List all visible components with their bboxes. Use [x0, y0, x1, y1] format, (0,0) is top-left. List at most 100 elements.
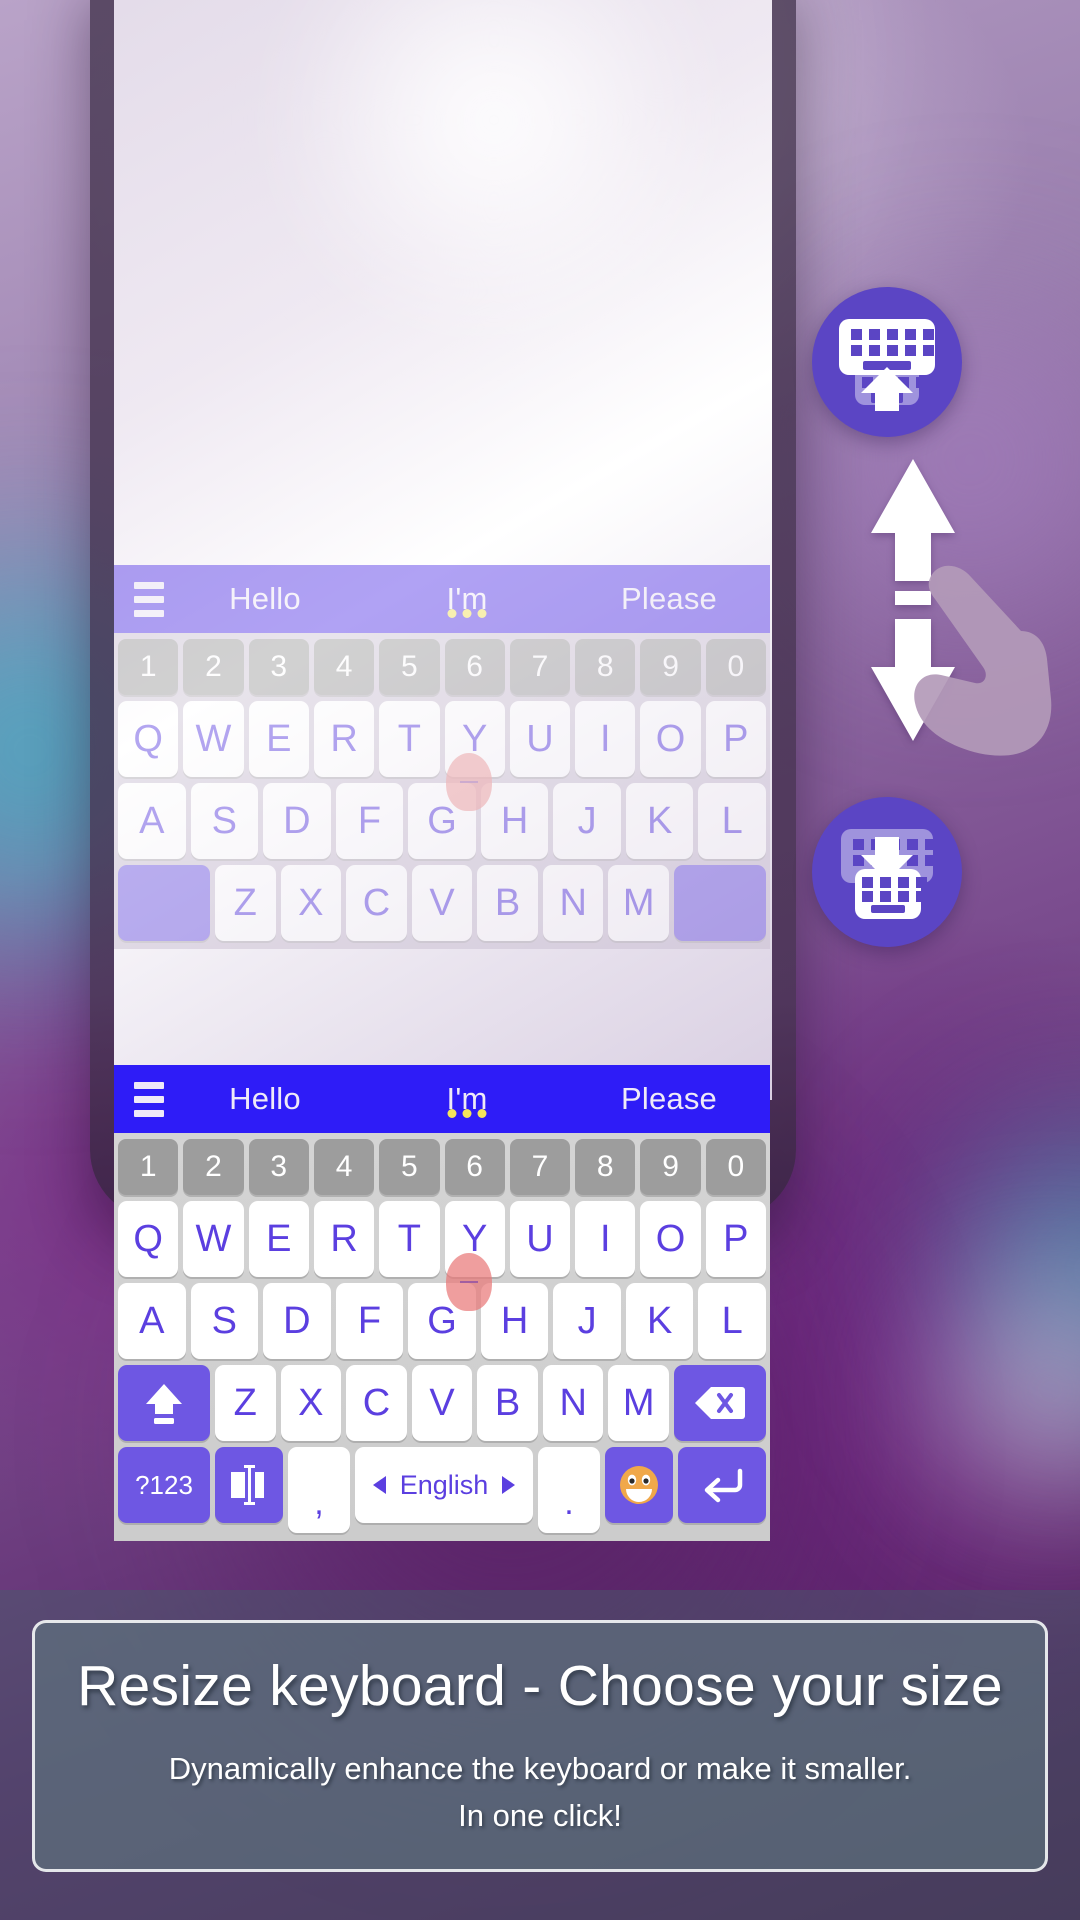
- preview-suggestion-word[interactable]: Hello: [164, 581, 366, 617]
- key-W[interactable]: W: [183, 1201, 244, 1277]
- key-J[interactable]: J: [553, 1283, 621, 1359]
- preview-key-E[interactable]: E: [248, 701, 309, 777]
- preview-key-B[interactable]: B: [477, 865, 538, 941]
- enlarge-keyboard-button[interactable]: [812, 287, 962, 437]
- arrow-left-icon[interactable]: [372, 1476, 386, 1494]
- preview-key-M[interactable]: M: [608, 865, 670, 941]
- preview-key-num-0[interactable]: 0: [705, 639, 766, 695]
- hamburger-menu-icon[interactable]: [134, 581, 164, 617]
- key-C[interactable]: C: [346, 1365, 407, 1441]
- key-K[interactable]: K: [625, 1283, 694, 1359]
- preview-key-num-5[interactable]: 5: [379, 639, 440, 695]
- key-num-3[interactable]: 3: [248, 1139, 309, 1195]
- preview-key-num-8[interactable]: 8: [575, 639, 636, 695]
- preview-key-D[interactable]: D: [263, 783, 331, 859]
- key-D[interactable]: D: [263, 1283, 331, 1359]
- period-key[interactable]: .: [538, 1447, 600, 1533]
- preview-key-C[interactable]: C: [346, 865, 407, 941]
- preview-key-H[interactable]: H: [480, 783, 549, 859]
- preview-key-num-6[interactable]: 6: [444, 639, 505, 695]
- key-I[interactable]: I: [575, 1201, 636, 1277]
- preview-key-W[interactable]: W: [183, 701, 244, 777]
- key-T[interactable]: T: [379, 1201, 440, 1277]
- suggestion-word-please[interactable]: Please: [568, 1081, 770, 1117]
- preview-suggestion-words: Hello I'm Please: [164, 581, 770, 618]
- preview-key-num-9[interactable]: 9: [640, 639, 701, 695]
- key-M[interactable]: M: [608, 1365, 670, 1441]
- touch-indicator: [446, 1253, 492, 1311]
- hamburger-menu-icon[interactable]: [134, 1081, 164, 1117]
- preview-key-R[interactable]: R: [313, 701, 375, 777]
- key-num-0[interactable]: 0: [705, 1139, 766, 1195]
- preview-key-U[interactable]: U: [509, 701, 571, 777]
- preview-key-S[interactable]: S: [190, 783, 259, 859]
- enter-return-icon: [704, 1468, 743, 1503]
- key-X[interactable]: X: [280, 1365, 342, 1441]
- backspace-key[interactable]: [674, 1365, 767, 1441]
- key-N[interactable]: N: [542, 1365, 604, 1441]
- key-S[interactable]: S: [190, 1283, 259, 1359]
- preview-backspace-key[interactable]: [674, 865, 767, 941]
- preview-key-Z[interactable]: Z: [214, 865, 276, 941]
- preview-key-I[interactable]: I: [575, 701, 636, 777]
- resize-gesture-overlay: [845, 455, 1055, 785]
- preview-key-V[interactable]: V: [411, 865, 473, 941]
- preview-key-T[interactable]: T: [379, 701, 440, 777]
- key-Z[interactable]: Z: [214, 1365, 276, 1441]
- suggestion-word-im[interactable]: I'm: [366, 1081, 568, 1118]
- preview-key-X[interactable]: X: [280, 865, 342, 941]
- more-suggestions-dots-icon[interactable]: [447, 1109, 487, 1118]
- key-num-5[interactable]: 5: [379, 1139, 440, 1195]
- preview-key-K[interactable]: K: [625, 783, 694, 859]
- more-suggestions-dots-icon[interactable]: [447, 609, 487, 618]
- arrow-right-icon[interactable]: [502, 1476, 516, 1494]
- preview-key-O[interactable]: O: [640, 701, 701, 777]
- symbols-key[interactable]: ?123: [118, 1447, 210, 1523]
- enter-key[interactable]: [678, 1447, 766, 1523]
- preview-shift-key[interactable]: [117, 865, 210, 941]
- preview-key-N[interactable]: N: [542, 865, 604, 941]
- key-num-9[interactable]: 9: [640, 1139, 701, 1195]
- preview-suggestion-word[interactable]: Please: [568, 581, 770, 617]
- key-num-2[interactable]: 2: [183, 1139, 244, 1195]
- preview-key-J[interactable]: J: [553, 783, 621, 859]
- key-O[interactable]: O: [640, 1201, 701, 1277]
- key-B[interactable]: B: [477, 1365, 538, 1441]
- preview-key-F[interactable]: F: [335, 783, 404, 859]
- key-A[interactable]: A: [117, 1283, 186, 1359]
- preview-key-num-3[interactable]: 3: [248, 639, 309, 695]
- key-num-6[interactable]: 6: [444, 1139, 505, 1195]
- preview-key-num-2[interactable]: 2: [183, 639, 244, 695]
- shift-key[interactable]: [117, 1365, 210, 1441]
- key-num-8[interactable]: 8: [575, 1139, 636, 1195]
- key-U[interactable]: U: [509, 1201, 571, 1277]
- preview-key-num-1[interactable]: 1: [118, 639, 179, 695]
- space-key[interactable]: English: [355, 1447, 533, 1523]
- key-num-4[interactable]: 4: [313, 1139, 375, 1195]
- preview-key-num-7[interactable]: 7: [509, 639, 571, 695]
- key-R[interactable]: R: [313, 1201, 375, 1277]
- preview-suggestion-label: Please: [621, 581, 717, 616]
- preview-key-num-4[interactable]: 4: [313, 639, 375, 695]
- preview-suggestion-word[interactable]: I'm: [366, 581, 568, 618]
- key-P[interactable]: P: [705, 1201, 766, 1277]
- key-Q[interactable]: Q: [118, 1201, 179, 1277]
- keyboard-icon-solid-plate: [855, 869, 945, 919]
- caption-line-2: In one click!: [458, 1798, 622, 1833]
- preview-key-A[interactable]: A: [117, 783, 186, 859]
- preview-key-P[interactable]: P: [705, 701, 766, 777]
- key-E[interactable]: E: [248, 1201, 309, 1277]
- key-num-7[interactable]: 7: [509, 1139, 571, 1195]
- key-L[interactable]: L: [698, 1283, 767, 1359]
- preview-key-Q[interactable]: Q: [118, 701, 179, 777]
- shrink-keyboard-button[interactable]: [812, 797, 962, 947]
- preview-key-L[interactable]: L: [698, 783, 767, 859]
- key-H[interactable]: H: [480, 1283, 549, 1359]
- key-F[interactable]: F: [335, 1283, 404, 1359]
- suggestion-word-hello[interactable]: Hello: [164, 1081, 366, 1117]
- cursor-control-key[interactable]: [215, 1447, 283, 1523]
- emoji-key[interactable]: [605, 1447, 673, 1523]
- key-num-1[interactable]: 1: [118, 1139, 179, 1195]
- comma-key[interactable]: ,: [288, 1447, 350, 1533]
- key-V[interactable]: V: [411, 1365, 473, 1441]
